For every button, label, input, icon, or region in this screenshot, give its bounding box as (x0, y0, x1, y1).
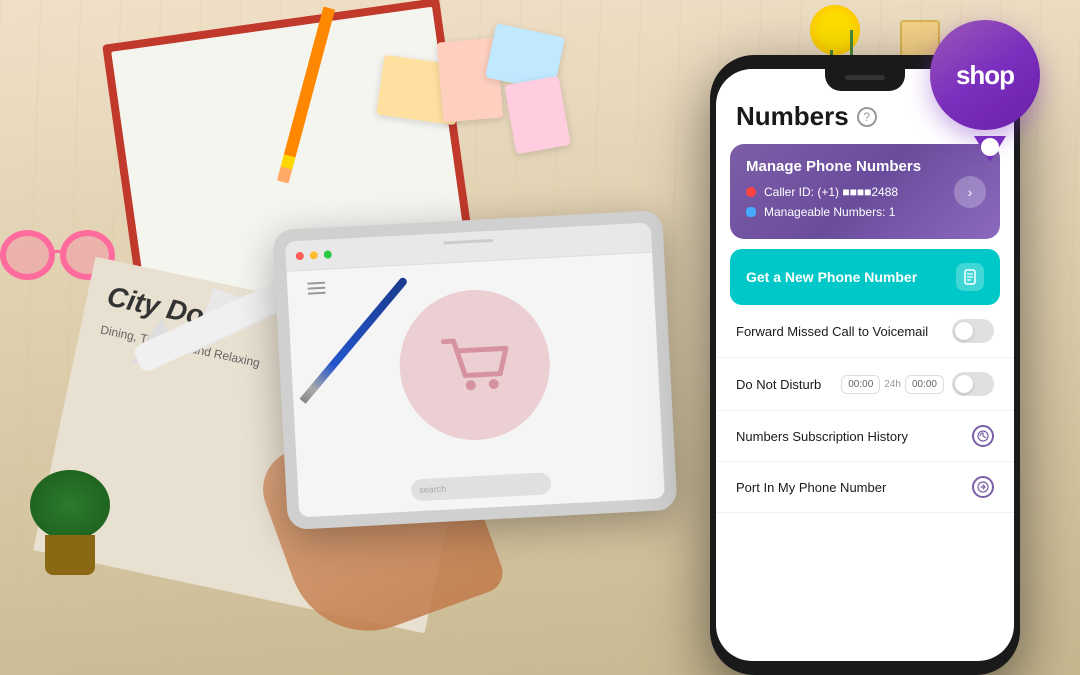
do-not-disturb-item[interactable]: Do Not Disturb 00:00 24h 00:00 (716, 358, 1014, 411)
history-right (972, 425, 994, 447)
do-not-disturb-label: Do Not Disturb (736, 377, 821, 392)
manage-arrow-button[interactable]: › (954, 176, 986, 208)
dot-red (296, 251, 304, 259)
manageable-row: Manageable Numbers: 1 (746, 205, 984, 219)
cart-icon (433, 323, 517, 407)
caller-dot (746, 187, 756, 197)
plant-pot (45, 535, 95, 575)
dnd-right: 00:00 24h 00:00 (841, 372, 994, 396)
dot-green (324, 250, 332, 258)
caller-id-text: Caller ID: (+1) ■■■■2488 (764, 185, 898, 199)
help-icon[interactable]: ? (857, 107, 877, 127)
phone-notch (825, 69, 905, 91)
get-new-phone-number-button[interactable]: Get a New Phone Number (730, 249, 1000, 305)
time-start-box[interactable]: 00:00 (841, 375, 880, 394)
port-in-phone-number-item[interactable]: Port In My Phone Number (716, 462, 1014, 513)
plant-leaves (30, 470, 110, 540)
phone-bottom-spacer (716, 513, 1014, 523)
manage-phone-numbers-card[interactable]: Manage Phone Numbers Caller ID: (+1) ■■■… (730, 144, 1000, 239)
port-right (972, 476, 994, 498)
time-inputs: 00:00 24h 00:00 (841, 375, 944, 394)
shop-o-ring (981, 138, 999, 156)
time-format: 24h (884, 379, 901, 390)
dot-yellow (310, 251, 318, 259)
forward-toggle[interactable] (952, 319, 994, 343)
port-icon (972, 476, 994, 498)
numbers-subscription-history-label: Numbers Subscription History (736, 429, 908, 444)
tablet-search-bar[interactable]: search (411, 472, 552, 501)
dnd-toggle[interactable] (952, 372, 994, 396)
tablet-search-text: search (419, 484, 447, 495)
shop-circle: shop (930, 20, 1040, 130)
tablet-content (287, 253, 663, 478)
new-number-label: Get a New Phone Number (746, 269, 917, 285)
cart-circle (396, 286, 554, 444)
phone-speaker (845, 75, 885, 80)
port-in-label: Port In My Phone Number (736, 480, 886, 495)
forward-missed-call-item[interactable]: Forward Missed Call to Voicemail (716, 305, 1014, 358)
manageable-text: Manageable Numbers: 1 (764, 205, 895, 219)
phone-title: Numbers (736, 101, 849, 132)
time-end-value: 00:00 (912, 379, 937, 390)
numbers-subscription-history-item[interactable]: Numbers Subscription History (716, 411, 1014, 462)
phone-screen: Numbers ? Manage Phone Numbers Caller ID… (716, 69, 1014, 661)
time-end-box[interactable]: 00:00 (905, 375, 944, 394)
paper-card-4 (504, 76, 570, 154)
manage-card-title: Manage Phone Numbers (746, 158, 984, 175)
forward-missed-call-label: Forward Missed Call to Voicemail (736, 324, 928, 339)
plant (30, 475, 110, 575)
tablet-screen: search (285, 223, 665, 518)
forward-toggle-right (952, 319, 994, 343)
manage-dot (746, 207, 756, 217)
caller-id-row: Caller ID: (+1) ■■■■2488 (746, 185, 984, 199)
new-number-doc-icon (956, 263, 984, 291)
tablet-menu-icon (307, 282, 326, 295)
shop-text: shop (956, 60, 1014, 91)
shop-logo: shop (930, 20, 1050, 140)
history-icon (972, 425, 994, 447)
time-start-value: 00:00 (848, 379, 873, 390)
